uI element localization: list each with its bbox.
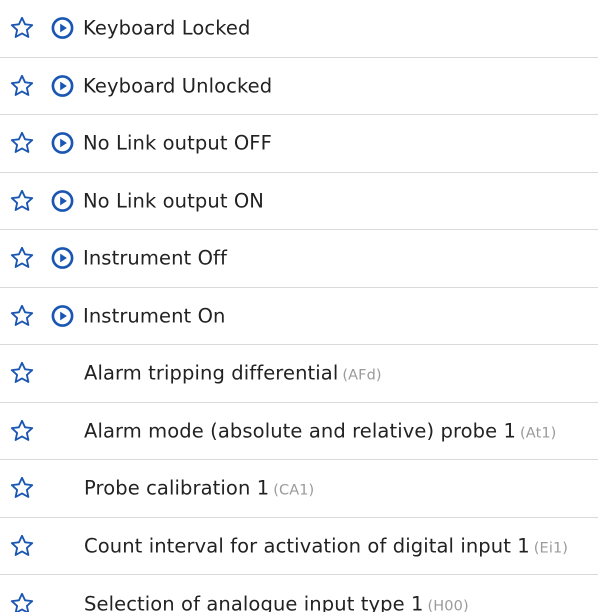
list-item[interactable]: Instrument Off xyxy=(0,230,598,288)
parameter-name: Count interval for activation of digital… xyxy=(84,534,530,558)
play-circle-icon[interactable] xyxy=(51,132,74,155)
parameter-label: Probe calibration 1 (CA1) xyxy=(84,477,314,500)
parameter-name: Alarm tripping differential xyxy=(84,361,339,385)
star-outline-icon[interactable] xyxy=(8,302,36,330)
command-label: Instrument Off xyxy=(83,246,227,270)
list-item[interactable]: Probe calibration 1 (CA1) xyxy=(0,460,598,518)
command-label: Instrument On xyxy=(83,304,226,328)
star-outline-icon[interactable] xyxy=(8,532,36,560)
parameter-label: Alarm tripping differential (AFd) xyxy=(84,362,382,385)
star-outline-icon[interactable] xyxy=(8,590,36,612)
parameter-code: (Ei1) xyxy=(533,540,569,557)
parameter-list: Keyboard Locked Keyboard Unlocked No Lin… xyxy=(0,0,598,612)
parameter-label: Selection of analogue input type 1 (H00) xyxy=(84,592,469,612)
list-item[interactable]: Keyboard Unlocked xyxy=(0,58,598,115)
star-outline-icon[interactable] xyxy=(8,244,36,272)
list-item[interactable]: Keyboard Locked xyxy=(0,0,598,58)
star-outline-icon[interactable] xyxy=(8,359,36,387)
star-outline-icon[interactable] xyxy=(8,129,36,157)
parameter-code: (CA1) xyxy=(273,482,315,499)
star-outline-icon[interactable] xyxy=(8,474,36,502)
parameter-name: Selection of analogue input type 1 xyxy=(84,592,424,612)
parameter-code: (At1) xyxy=(520,425,557,442)
command-label: Keyboard Unlocked xyxy=(83,74,273,98)
parameter-label: Count interval for activation of digital… xyxy=(84,534,568,557)
play-circle-icon[interactable] xyxy=(51,189,74,212)
parameter-name: Probe calibration 1 xyxy=(84,476,270,500)
command-label: No Link output OFF xyxy=(83,131,272,155)
list-item[interactable]: Alarm tripping differential (AFd) xyxy=(0,345,598,403)
list-item[interactable]: Count interval for activation of digital… xyxy=(0,518,598,575)
star-outline-icon[interactable] xyxy=(8,187,36,215)
parameter-name: Alarm mode (absolute and relative) probe… xyxy=(84,419,517,443)
play-circle-icon[interactable] xyxy=(51,247,74,270)
list-item[interactable]: Instrument On xyxy=(0,288,598,345)
play-circle-icon[interactable] xyxy=(51,17,74,40)
command-label: No Link output ON xyxy=(83,189,264,213)
parameter-code: (AFd) xyxy=(342,367,382,384)
list-item[interactable]: Alarm mode (absolute and relative) probe… xyxy=(0,403,598,460)
play-circle-icon[interactable] xyxy=(51,304,74,327)
list-item[interactable]: No Link output ON xyxy=(0,173,598,230)
star-outline-icon[interactable] xyxy=(8,14,36,42)
command-label: Keyboard Locked xyxy=(83,16,251,40)
list-item[interactable]: Selection of analogue input type 1 (H00) xyxy=(0,575,598,612)
star-outline-icon[interactable] xyxy=(8,417,36,445)
parameter-code: (H00) xyxy=(427,598,469,612)
parameter-label: Alarm mode (absolute and relative) probe… xyxy=(84,419,556,442)
star-outline-icon[interactable] xyxy=(8,72,36,100)
play-circle-icon[interactable] xyxy=(51,74,74,97)
list-item[interactable]: No Link output OFF xyxy=(0,115,598,173)
